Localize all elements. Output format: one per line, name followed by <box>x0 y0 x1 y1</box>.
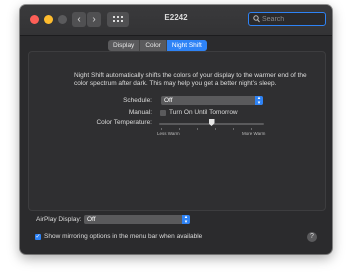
tab-bar: Display Color Night Shift <box>108 40 207 51</box>
schedule-popup[interactable]: Off ▴ ▾ <box>161 96 263 105</box>
search-input[interactable] <box>262 13 322 25</box>
less-warm-label: Less Warm <box>157 131 180 136</box>
search-icon <box>253 15 260 23</box>
slider-tick <box>179 128 180 130</box>
chevron-updown-icon: ▴ ▾ <box>255 96 263 105</box>
help-icon: ? <box>310 233 314 240</box>
tab-display[interactable]: Display <box>108 40 141 51</box>
mirroring-label: Show mirroring options in the menu bar w… <box>44 233 203 240</box>
slider-tick <box>233 128 234 130</box>
slider-tick <box>251 128 252 130</box>
schedule-value: Off <box>164 97 173 104</box>
slider-tick <box>215 128 216 130</box>
tab-color[interactable]: Color <box>140 40 167 51</box>
slider-tick <box>197 128 198 130</box>
airplay-display-label: AirPlay Display: <box>36 216 82 223</box>
night-shift-panel: Night Shift automatically shifts the col… <box>28 51 326 211</box>
checkmark-icon: ✓ <box>35 234 41 240</box>
manual-label: Manual: <box>128 109 152 116</box>
manual-checkbox[interactable] <box>160 110 166 116</box>
color-temperature-label: Color Temperature: <box>96 119 152 126</box>
airplay-display-value: Off <box>87 216 96 223</box>
tab-night-shift[interactable]: Night Shift <box>166 40 207 51</box>
more-warm-label: More Warm <box>242 131 266 136</box>
schedule-label: Schedule: <box>123 97 152 104</box>
manual-checkbox-label: Turn On Until Tomorrow <box>169 109 238 116</box>
chevron-updown-icon: ▴ ▾ <box>182 215 190 224</box>
title-bar: ‹ › E2242 <box>20 5 332 36</box>
help-button[interactable]: ? <box>307 232 317 242</box>
mirroring-checkbox[interactable]: ✓ <box>35 234 41 240</box>
search-field[interactable] <box>248 12 326 26</box>
slider-tick <box>161 128 162 130</box>
airplay-display-popup[interactable]: Off ▴ ▾ <box>84 215 190 224</box>
night-shift-description: Night Shift automatically shifts the col… <box>74 72 307 87</box>
